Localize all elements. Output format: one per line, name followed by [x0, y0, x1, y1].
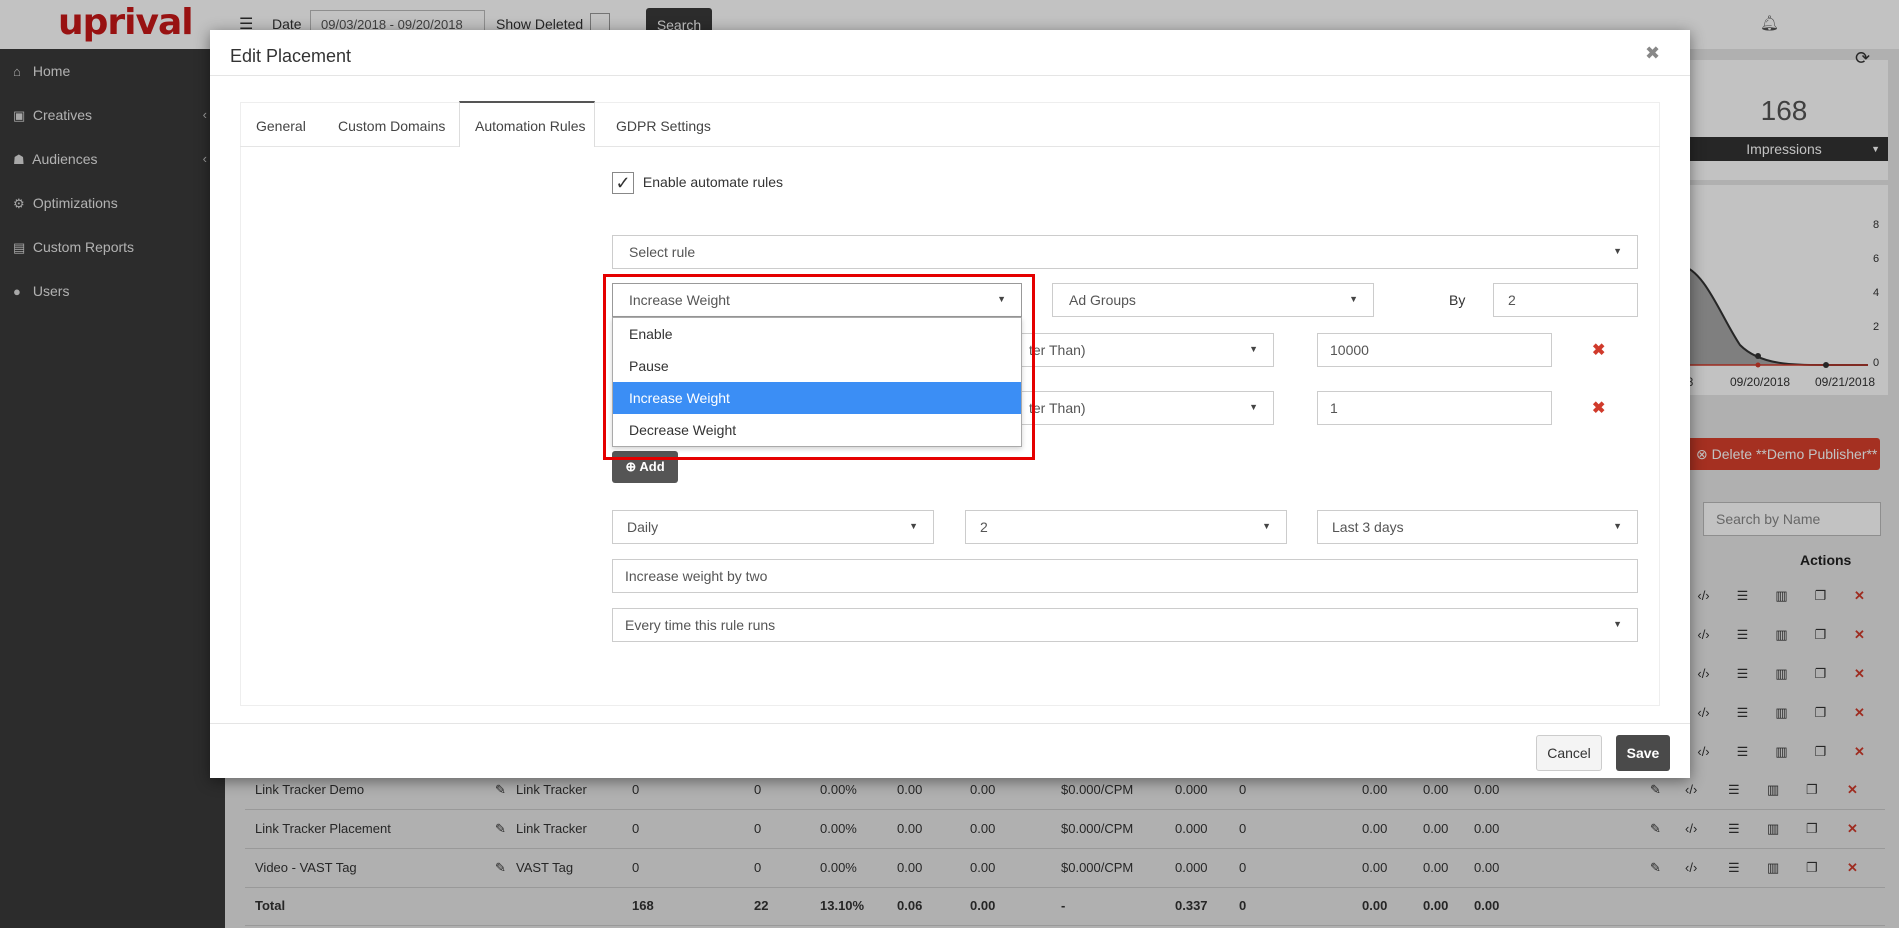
- save-button[interactable]: Save: [1616, 735, 1670, 771]
- caret-down-icon: ▼: [1349, 294, 1358, 304]
- frequency-select[interactable]: Daily ▼: [612, 510, 934, 544]
- frequency-window-select[interactable]: Last 3 days ▼: [1317, 510, 1638, 544]
- by-label: By: [1449, 292, 1466, 308]
- highlight-box: [603, 274, 1035, 460]
- modal-title: Edit Placement: [230, 46, 352, 66]
- template-rule-value: Select rule: [629, 244, 696, 260]
- enable-rules-checkbox[interactable]: ✓: [612, 172, 634, 194]
- action-target-select[interactable]: Ad Groups ▼: [1052, 283, 1374, 317]
- email-results-value: Every time this rule runs: [625, 617, 776, 633]
- header-divider: [210, 75, 1690, 76]
- frequency-count-select[interactable]: 2 ▼: [965, 510, 1287, 544]
- rule-name-input[interactable]: Increase weight by two: [612, 559, 1638, 593]
- tab-automation-rules[interactable]: Automation Rules: [459, 101, 595, 147]
- tab-label: Automation Rules: [475, 118, 586, 134]
- requirement-operator-value: ter Than): [1029, 400, 1086, 416]
- requirement-operator-value: ter Than): [1029, 342, 1086, 358]
- frequency-count-value: 2: [980, 519, 988, 535]
- tab-divider: [240, 146, 1660, 147]
- frequency-window-value: Last 3 days: [1332, 519, 1404, 535]
- caret-down-icon: ▼: [909, 521, 918, 531]
- template-rule-select[interactable]: Select rule ▼: [612, 235, 1638, 269]
- by-amount-input[interactable]: 2: [1493, 283, 1638, 317]
- email-results-select[interactable]: Every time this rule runs ▼: [612, 608, 1638, 642]
- cancel-button[interactable]: Cancel: [1536, 735, 1602, 771]
- caret-down-icon: ▼: [1262, 521, 1271, 531]
- frequency-value: Daily: [627, 519, 659, 535]
- tab-general[interactable]: General: [256, 118, 306, 134]
- remove-requirement-icon[interactable]: ✖: [1592, 340, 1605, 360]
- caret-down-icon: ▼: [1613, 246, 1622, 256]
- action-target-value: Ad Groups: [1069, 292, 1136, 308]
- caret-down-icon: ▼: [1249, 402, 1258, 412]
- plus-circle-icon: ⊕: [625, 459, 637, 474]
- add-label: Add: [639, 459, 665, 474]
- caret-down-icon: ▼: [1249, 344, 1258, 354]
- tab-custom-domains[interactable]: Custom Domains: [338, 118, 445, 134]
- caret-down-icon: ▼: [1613, 521, 1622, 531]
- requirement-value-input[interactable]: 1: [1317, 391, 1552, 425]
- remove-requirement-icon[interactable]: ✖: [1592, 398, 1605, 418]
- edit-placement-modal: Edit Placement ✖ General Custom Domains …: [210, 30, 1690, 778]
- footer-divider: [210, 723, 1690, 724]
- caret-down-icon: ▼: [1613, 619, 1622, 629]
- close-icon[interactable]: ✖: [1645, 43, 1660, 64]
- requirement-value-input[interactable]: 10000: [1317, 333, 1552, 367]
- tab-gdpr-settings[interactable]: GDPR Settings: [616, 118, 711, 134]
- requirement-operator-select[interactable]: ter Than) ▼: [1012, 391, 1274, 425]
- requirement-operator-select[interactable]: ter Than) ▼: [1012, 333, 1274, 367]
